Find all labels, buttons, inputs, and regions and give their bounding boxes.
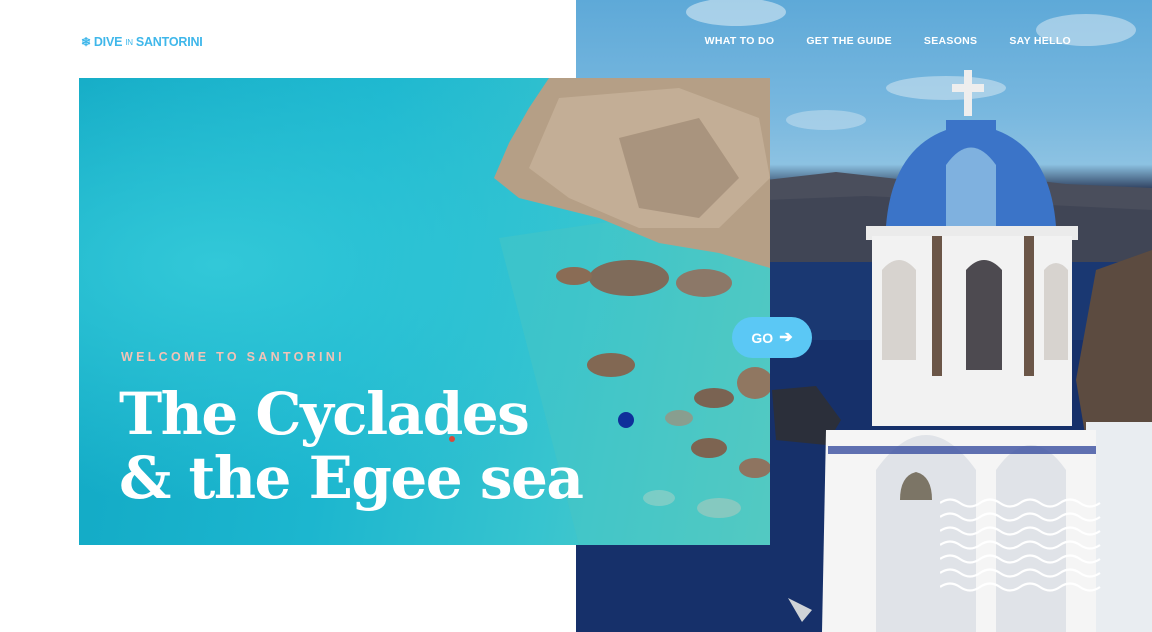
slide-indicator-dot[interactable] — [618, 412, 634, 428]
nav-item-say-hello[interactable]: SAY HELLO — [1009, 35, 1071, 47]
hero-title: The Cyclades & the Egee sea — [119, 382, 589, 510]
nav-item-what-to-do[interactable]: WHAT TO DO — [705, 35, 775, 47]
nav-item-get-the-guide[interactable]: GET THE GUIDE — [806, 35, 892, 47]
logo-text-in: IN — [125, 37, 133, 47]
waves-decoration-icon — [940, 498, 1101, 592]
hero-title-line-1: The Cyclades — [119, 380, 530, 448]
hero-eyebrow: WELCOME TO SANTORINI — [121, 350, 345, 364]
go-button[interactable]: GO ➔ — [732, 317, 812, 358]
snowflake-icon: ❄ — [81, 35, 91, 49]
hero-title-line-2: & the Egee sea — [119, 444, 584, 512]
arrow-right-icon: ➔ — [779, 328, 793, 346]
brand-logo[interactable]: ❄ DIVE IN SANTORINI — [81, 34, 203, 50]
logo-text-santorini: SANTORINI — [135, 35, 203, 49]
main-nav: WHAT TO DO GET THE GUIDE SEASONS SAY HEL… — [705, 35, 1071, 47]
go-button-label: GO — [751, 329, 774, 346]
logo-text-dive: DIVE — [93, 35, 123, 49]
nav-item-seasons[interactable]: SEASONS — [924, 35, 977, 47]
